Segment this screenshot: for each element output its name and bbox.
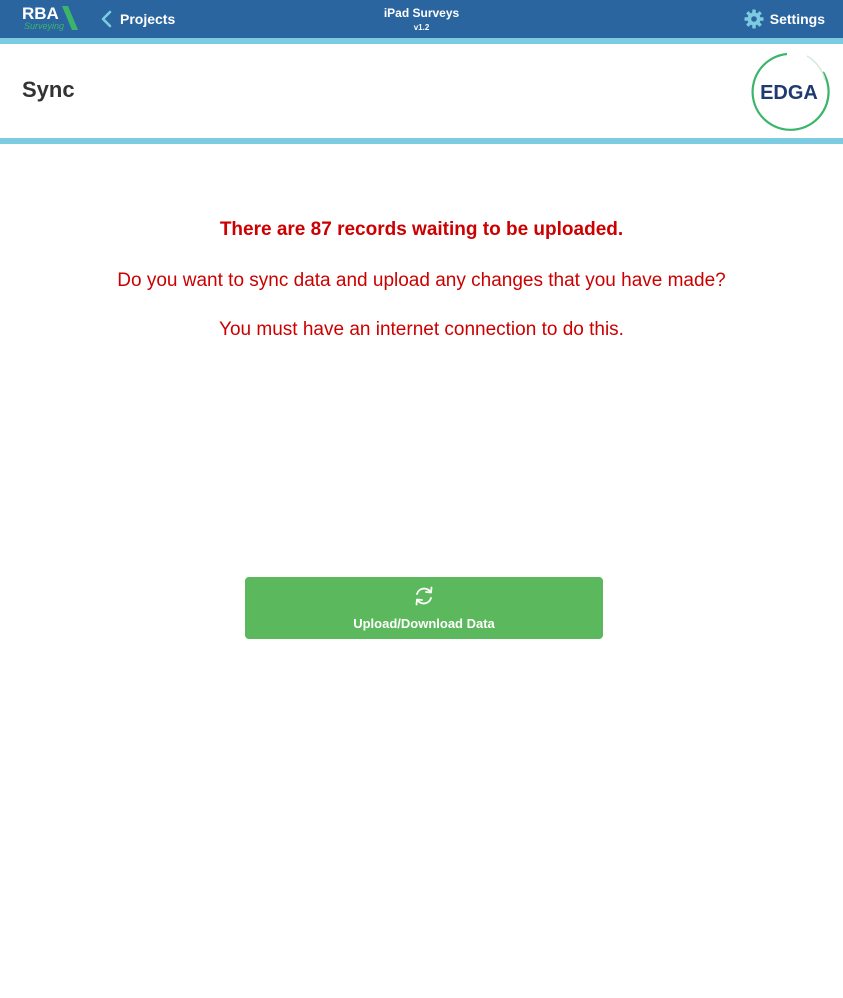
page-header: Sync EDGA	[0, 44, 843, 138]
settings-label: Settings	[769, 11, 825, 27]
upload-download-button[interactable]: Upload/Download Data	[245, 577, 603, 639]
back-button-label: Projects	[120, 11, 176, 27]
brand-mark-icon	[62, 6, 78, 30]
app-version: v1.2	[413, 23, 430, 32]
page-title: Sync	[22, 77, 75, 102]
header-divider	[0, 138, 843, 144]
gear-icon	[744, 9, 764, 29]
back-to-projects-button[interactable]: Projects	[100, 8, 175, 30]
upload-download-label: Upload/Download Data	[353, 616, 495, 631]
edga-logo-text: EDGA	[760, 82, 818, 104]
connection-note: You must have an internet connection to …	[219, 319, 624, 340]
app-title: iPad Surveys	[383, 6, 460, 20]
edga-logo: EDGA	[751, 52, 830, 131]
rba-logo: RBA Surveying	[22, 5, 82, 33]
records-waiting-message: There are 87 records waiting to be uploa…	[219, 219, 624, 240]
brand-subtitle: Surveying	[24, 21, 65, 31]
sync-question: Do you want to sync data and upload any …	[117, 270, 726, 291]
settings-button[interactable]: Settings	[744, 8, 825, 30]
sync-icon	[415, 586, 433, 606]
top-bar: RBA Surveying Projects iPad Surveys v1.2	[0, 0, 843, 38]
chevron-left-icon	[101, 10, 112, 28]
